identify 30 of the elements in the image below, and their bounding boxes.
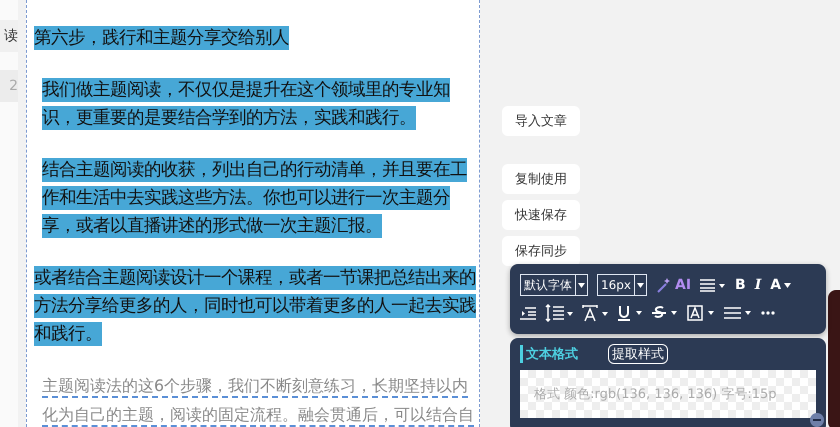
action-button[interactable]: 导入文章 (502, 106, 580, 136)
indent-icon[interactable] (520, 306, 536, 320)
highlight-icon[interactable] (687, 305, 715, 321)
sidebar-item[interactable]: 读 (0, 20, 18, 52)
font-color-button[interactable]: A (770, 277, 792, 293)
action-button[interactable]: 保存同步 (502, 236, 580, 266)
ai-button[interactable]: AI (656, 277, 692, 293)
list-icon[interactable] (724, 306, 752, 320)
italic-button[interactable]: I (754, 277, 762, 293)
action-button[interactable]: 复制使用 (502, 164, 580, 194)
text-line: 主题阅读法的这6个步骤，我们不断刻意练习，长期坚持以内 (42, 374, 468, 398)
format-description: 格式 颜色:rgb(136, 136, 136) 字号:15p (534, 386, 777, 403)
extract-style-button[interactable]: 提取样式 (608, 344, 668, 364)
more-icon[interactable] (761, 311, 775, 315)
line-height-icon[interactable] (545, 304, 573, 322)
underline-icon[interactable] (617, 305, 643, 321)
align-icon[interactable] (700, 278, 726, 292)
panel-title: 文本格式 (520, 345, 578, 363)
font-select[interactable]: 默认字体 (520, 274, 588, 296)
size-select[interactable]: 16px (597, 274, 647, 296)
letter-spacing-icon[interactable] (582, 304, 608, 322)
caret-icon (637, 282, 644, 288)
action-button[interactable]: 快速保存 (502, 200, 580, 230)
strikethrough-icon[interactable] (652, 305, 678, 321)
caret-icon (784, 282, 792, 288)
magic-wand-icon (656, 277, 672, 293)
bold-button[interactable]: B (735, 277, 746, 293)
minus-icon[interactable] (810, 413, 824, 427)
caret-icon (578, 282, 585, 288)
text-line: 化为自己的主题，阅读的固定流程。融会贯通后，可以结合自 (42, 403, 474, 427)
